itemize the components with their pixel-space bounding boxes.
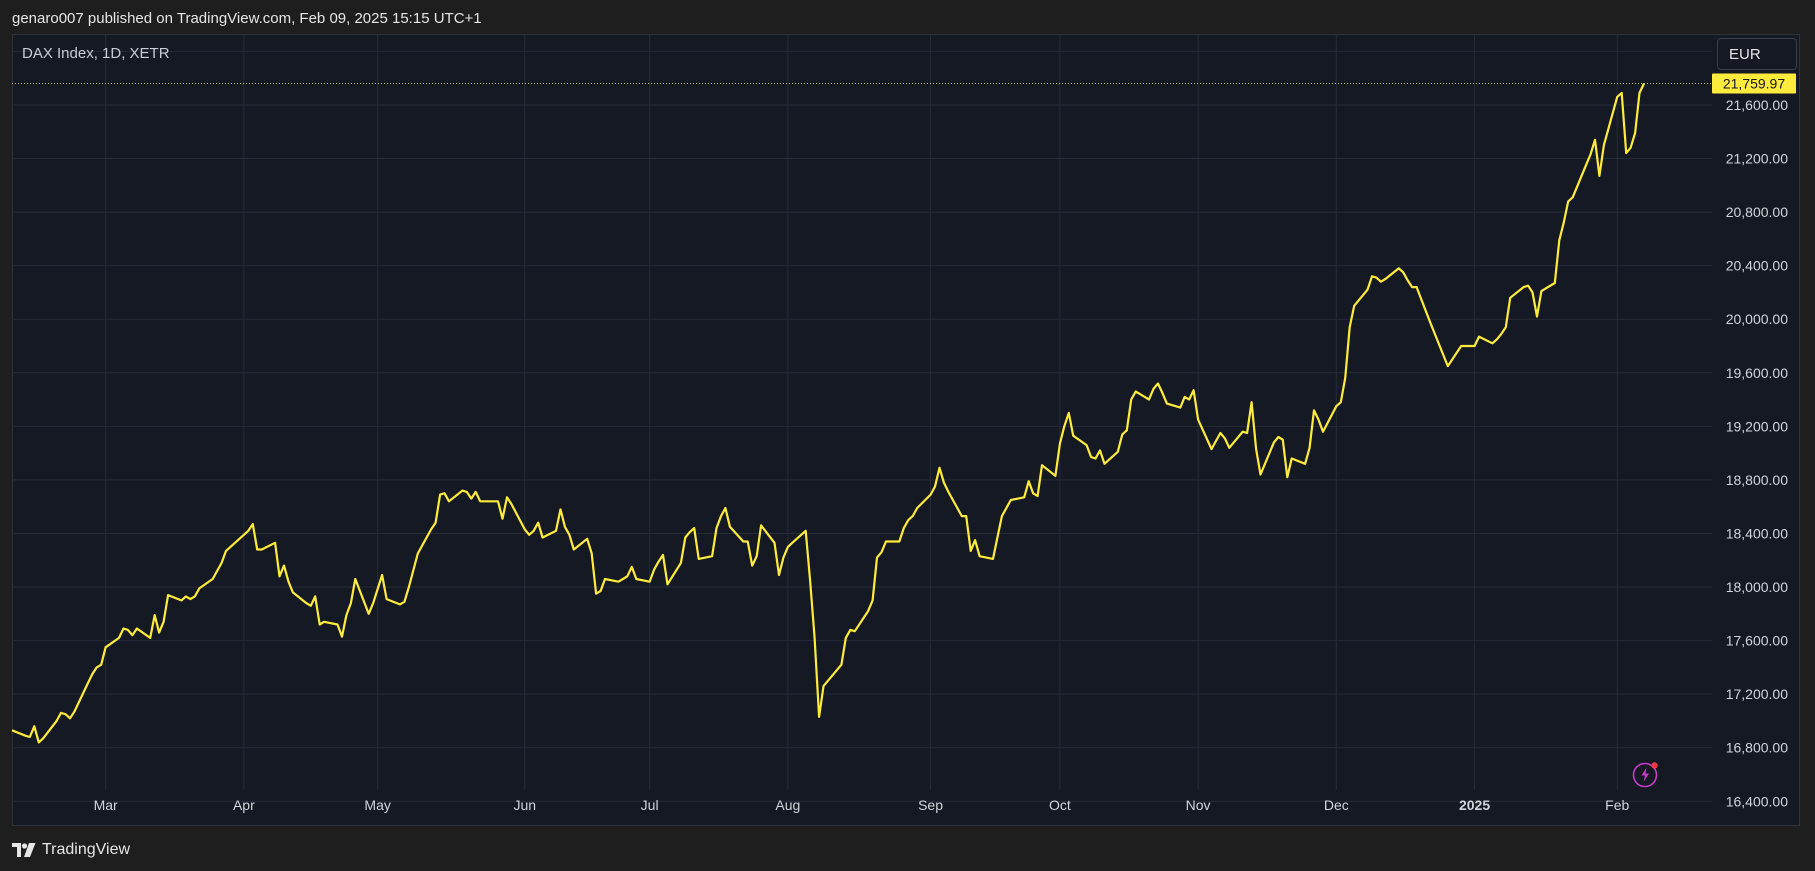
y-tick-label: 17,200.00	[1726, 686, 1788, 702]
y-tick-label: 20,800.00	[1726, 204, 1788, 220]
last-price-value: 21,759.97	[1723, 76, 1785, 92]
y-tick-label: 21,200.00	[1726, 151, 1788, 167]
price-chart[interactable]: 16,400.00 16,800.00 17,200.00 17,600.00 18,0…	[0, 0, 1815, 871]
y-tick-label: 18,000.00	[1726, 579, 1788, 595]
x-tick-label: Nov	[1186, 797, 1211, 813]
y-tick-label: 20,400.00	[1726, 258, 1788, 274]
currency-button[interactable]: EUR	[1717, 38, 1797, 70]
y-tick-label: 19,600.00	[1726, 365, 1788, 381]
x-tick-label: Jul	[641, 797, 659, 813]
y-tick-label: 16,800.00	[1726, 740, 1788, 756]
y-tick-label: 21,600.00	[1726, 97, 1788, 113]
y-tick-label: 19,200.00	[1726, 418, 1788, 434]
x-tick-label: Apr	[233, 797, 255, 813]
y-tick-label: 17,600.00	[1726, 633, 1788, 649]
y-tick-label: 20,000.00	[1726, 311, 1788, 327]
x-tick-label: Dec	[1324, 797, 1349, 813]
x-tick-label: Oct	[1049, 797, 1071, 813]
x-tick-label: Aug	[775, 797, 800, 813]
chart-title: DAX Index, 1D, XETR	[22, 45, 170, 62]
x-tick-label: Mar	[94, 797, 118, 813]
x-tick-label: Jun	[513, 797, 536, 813]
x-tick-label: 2025	[1459, 797, 1490, 813]
tradingview-logo-icon	[12, 843, 36, 857]
y-tick-label: 18,400.00	[1726, 525, 1788, 541]
footer: TradingView	[12, 838, 130, 862]
y-tick-label: 18,800.00	[1726, 472, 1788, 488]
x-tick-label: Sep	[918, 797, 943, 813]
tradingview-brand: TradingView	[42, 841, 131, 858]
x-tick-label: May	[364, 797, 390, 813]
x-tick-label: Feb	[1605, 797, 1629, 813]
y-tick-label: 16,400.00	[1726, 793, 1788, 809]
lightning-bolt-icon[interactable]	[1632, 760, 1660, 788]
price-series-line[interactable]	[11, 83, 1645, 744]
last-price-label: 21,759.97	[1712, 73, 1796, 94]
